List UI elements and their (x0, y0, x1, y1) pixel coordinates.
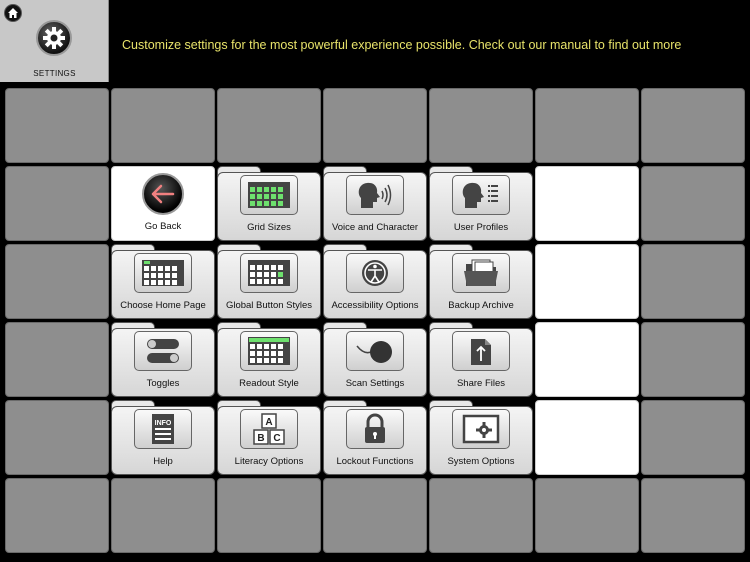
blank-button[interactable] (535, 244, 639, 319)
user-profile-icon (452, 175, 510, 215)
empty-cell[interactable] (535, 478, 639, 553)
empty-cell[interactable] (5, 166, 109, 241)
lockout-functions-label: Lockout Functions (336, 456, 414, 467)
blank-button[interactable] (535, 322, 639, 397)
empty-cell[interactable] (217, 88, 321, 163)
empty-cell[interactable] (641, 244, 745, 319)
share-files-label: Share Files (456, 378, 506, 389)
user-profiles-label: User Profiles (453, 222, 509, 233)
toggle-switch-icon (134, 331, 192, 371)
blank-button[interactable] (535, 400, 639, 475)
settings-label: SETTINGS (33, 69, 76, 78)
back-arrow-icon (142, 173, 184, 215)
blank-button[interactable] (535, 166, 639, 241)
home-page-grid-icon (134, 253, 192, 293)
backup-archive-label: Backup Archive (448, 300, 514, 311)
empty-cell[interactable] (641, 166, 745, 241)
user-profiles-button[interactable]: User Profiles (429, 166, 533, 241)
block-letter-a: A (265, 417, 272, 428)
system-options-label: System Options (447, 456, 515, 467)
accessibility-icon (346, 253, 404, 293)
literacy-options-button[interactable]: ABC Literacy Options (217, 400, 321, 475)
voice-and-character-label: Voice and Character (331, 222, 419, 233)
grid-icon (240, 175, 298, 215)
grid-sizes-button[interactable]: Grid Sizes (217, 166, 321, 241)
empty-cell[interactable] (5, 400, 109, 475)
empty-cell[interactable] (5, 322, 109, 397)
empty-cell[interactable] (429, 88, 533, 163)
global-button-styles-button[interactable]: Global Button Styles (217, 244, 321, 319)
empty-cell[interactable] (5, 88, 109, 163)
system-options-button[interactable]: System Options (429, 400, 533, 475)
toggles-button[interactable]: Toggles (111, 322, 215, 397)
empty-cell[interactable] (323, 88, 427, 163)
empty-cell[interactable] (641, 322, 745, 397)
banner-text: Customize settings for the most powerful… (122, 38, 682, 52)
empty-cell[interactable] (5, 478, 109, 553)
gear-icon (36, 20, 72, 56)
block-letter-b: B (257, 433, 264, 444)
empty-cell[interactable] (429, 478, 533, 553)
readout-style-button[interactable]: Readout Style (217, 322, 321, 397)
system-gear-icon (452, 409, 510, 449)
empty-cell[interactable] (323, 478, 427, 553)
lockout-functions-button[interactable]: Lockout Functions (323, 400, 427, 475)
share-file-icon (452, 331, 510, 371)
empty-cell[interactable] (535, 88, 639, 163)
go-back-button[interactable]: Go Back (111, 166, 215, 241)
lock-icon (346, 409, 404, 449)
speaking-head-icon (346, 175, 404, 215)
letter-blocks-icon: ABC (240, 409, 298, 449)
go-back-label: Go Back (144, 221, 182, 232)
home-icon[interactable] (4, 4, 22, 22)
global-button-styles-label: Global Button Styles (225, 300, 313, 311)
info-text: INFO (155, 420, 172, 427)
empty-cell[interactable] (217, 478, 321, 553)
backup-archive-button[interactable]: Backup Archive (429, 244, 533, 319)
empty-cell[interactable] (111, 478, 215, 553)
accessibility-options-label: Accessibility Options (331, 300, 419, 311)
share-files-button[interactable]: Share Files (429, 322, 533, 397)
settings-button[interactable]: SETTINGS (0, 0, 109, 82)
voice-and-character-button[interactable]: Voice and Character (323, 166, 427, 241)
accessibility-options-button[interactable]: Accessibility Options (323, 244, 427, 319)
empty-cell[interactable] (641, 88, 745, 163)
scan-settings-button[interactable]: Scan Settings (323, 322, 427, 397)
archive-folder-icon (452, 253, 510, 293)
choose-home-page-button[interactable]: Choose Home Page (111, 244, 215, 319)
choose-home-page-label: Choose Home Page (120, 300, 206, 311)
empty-cell[interactable] (111, 88, 215, 163)
help-button[interactable]: INFO Help (111, 400, 215, 475)
header: SETTINGS Customize settings for the most… (0, 0, 750, 82)
empty-cell[interactable] (641, 478, 745, 553)
readout-grid-icon (240, 331, 298, 371)
grid-sizes-label: Grid Sizes (247, 222, 291, 233)
literacy-options-label: Literacy Options (234, 456, 304, 467)
readout-style-label: Readout Style (239, 378, 299, 389)
scan-switch-icon (346, 331, 404, 371)
button-styles-grid-icon (240, 253, 298, 293)
button-grid: Go Back Grid Sizes Voice and Character U… (0, 82, 750, 562)
empty-cell[interactable] (641, 400, 745, 475)
block-letter-c: C (273, 433, 280, 444)
toggles-label: Toggles (146, 378, 180, 389)
empty-cell[interactable] (5, 244, 109, 319)
info-document-icon: INFO (134, 409, 192, 449)
scan-settings-label: Scan Settings (345, 378, 405, 389)
help-label: Help (153, 456, 173, 467)
